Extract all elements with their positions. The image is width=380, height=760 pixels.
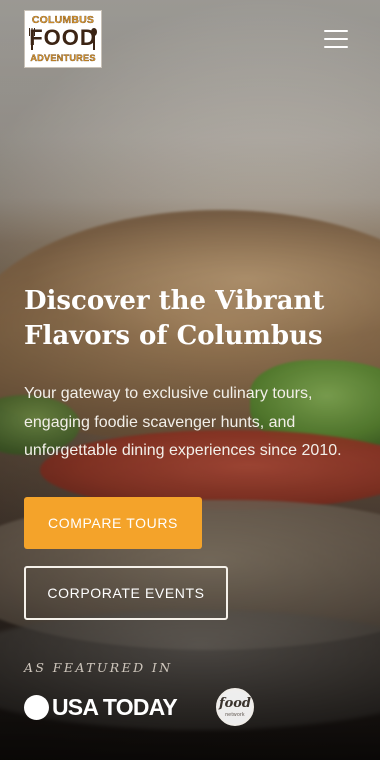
spoon-icon (91, 28, 97, 50)
logo-line-3: ADVENTURES (30, 53, 96, 63)
site-logo[interactable]: COLUMBUS FOOD ADVENTURES (24, 10, 102, 68)
food-network-logo: food network (216, 688, 254, 726)
featured-label: AS FEATURED IN (24, 660, 173, 675)
hero-subtitle: Your gateway to exclusive culinary tours… (24, 385, 342, 459)
hamburger-icon[interactable] (322, 28, 352, 50)
compare-tours-button[interactable]: COMPARE TOURS (24, 497, 202, 549)
usa-today-circle-icon (24, 694, 49, 720)
hero-title: Discover the Vibrant Flavors of Columbus (24, 286, 325, 351)
page: COLUMBUS FOOD ADVENTURES Discover the Vi… (0, 0, 380, 760)
logo-line-2: FOOD (29, 25, 97, 50)
menu-line (324, 38, 348, 40)
food-network-subtext: network (225, 712, 245, 718)
usa-today-logo: USA TODAY (24, 692, 178, 722)
menu-line (324, 30, 348, 32)
food-network-text: food (218, 696, 252, 711)
menu-line (324, 46, 348, 48)
usa-today-text: USA TODAY (52, 693, 178, 720)
corporate-events-button[interactable]: CORPORATE EVENTS (24, 566, 228, 620)
